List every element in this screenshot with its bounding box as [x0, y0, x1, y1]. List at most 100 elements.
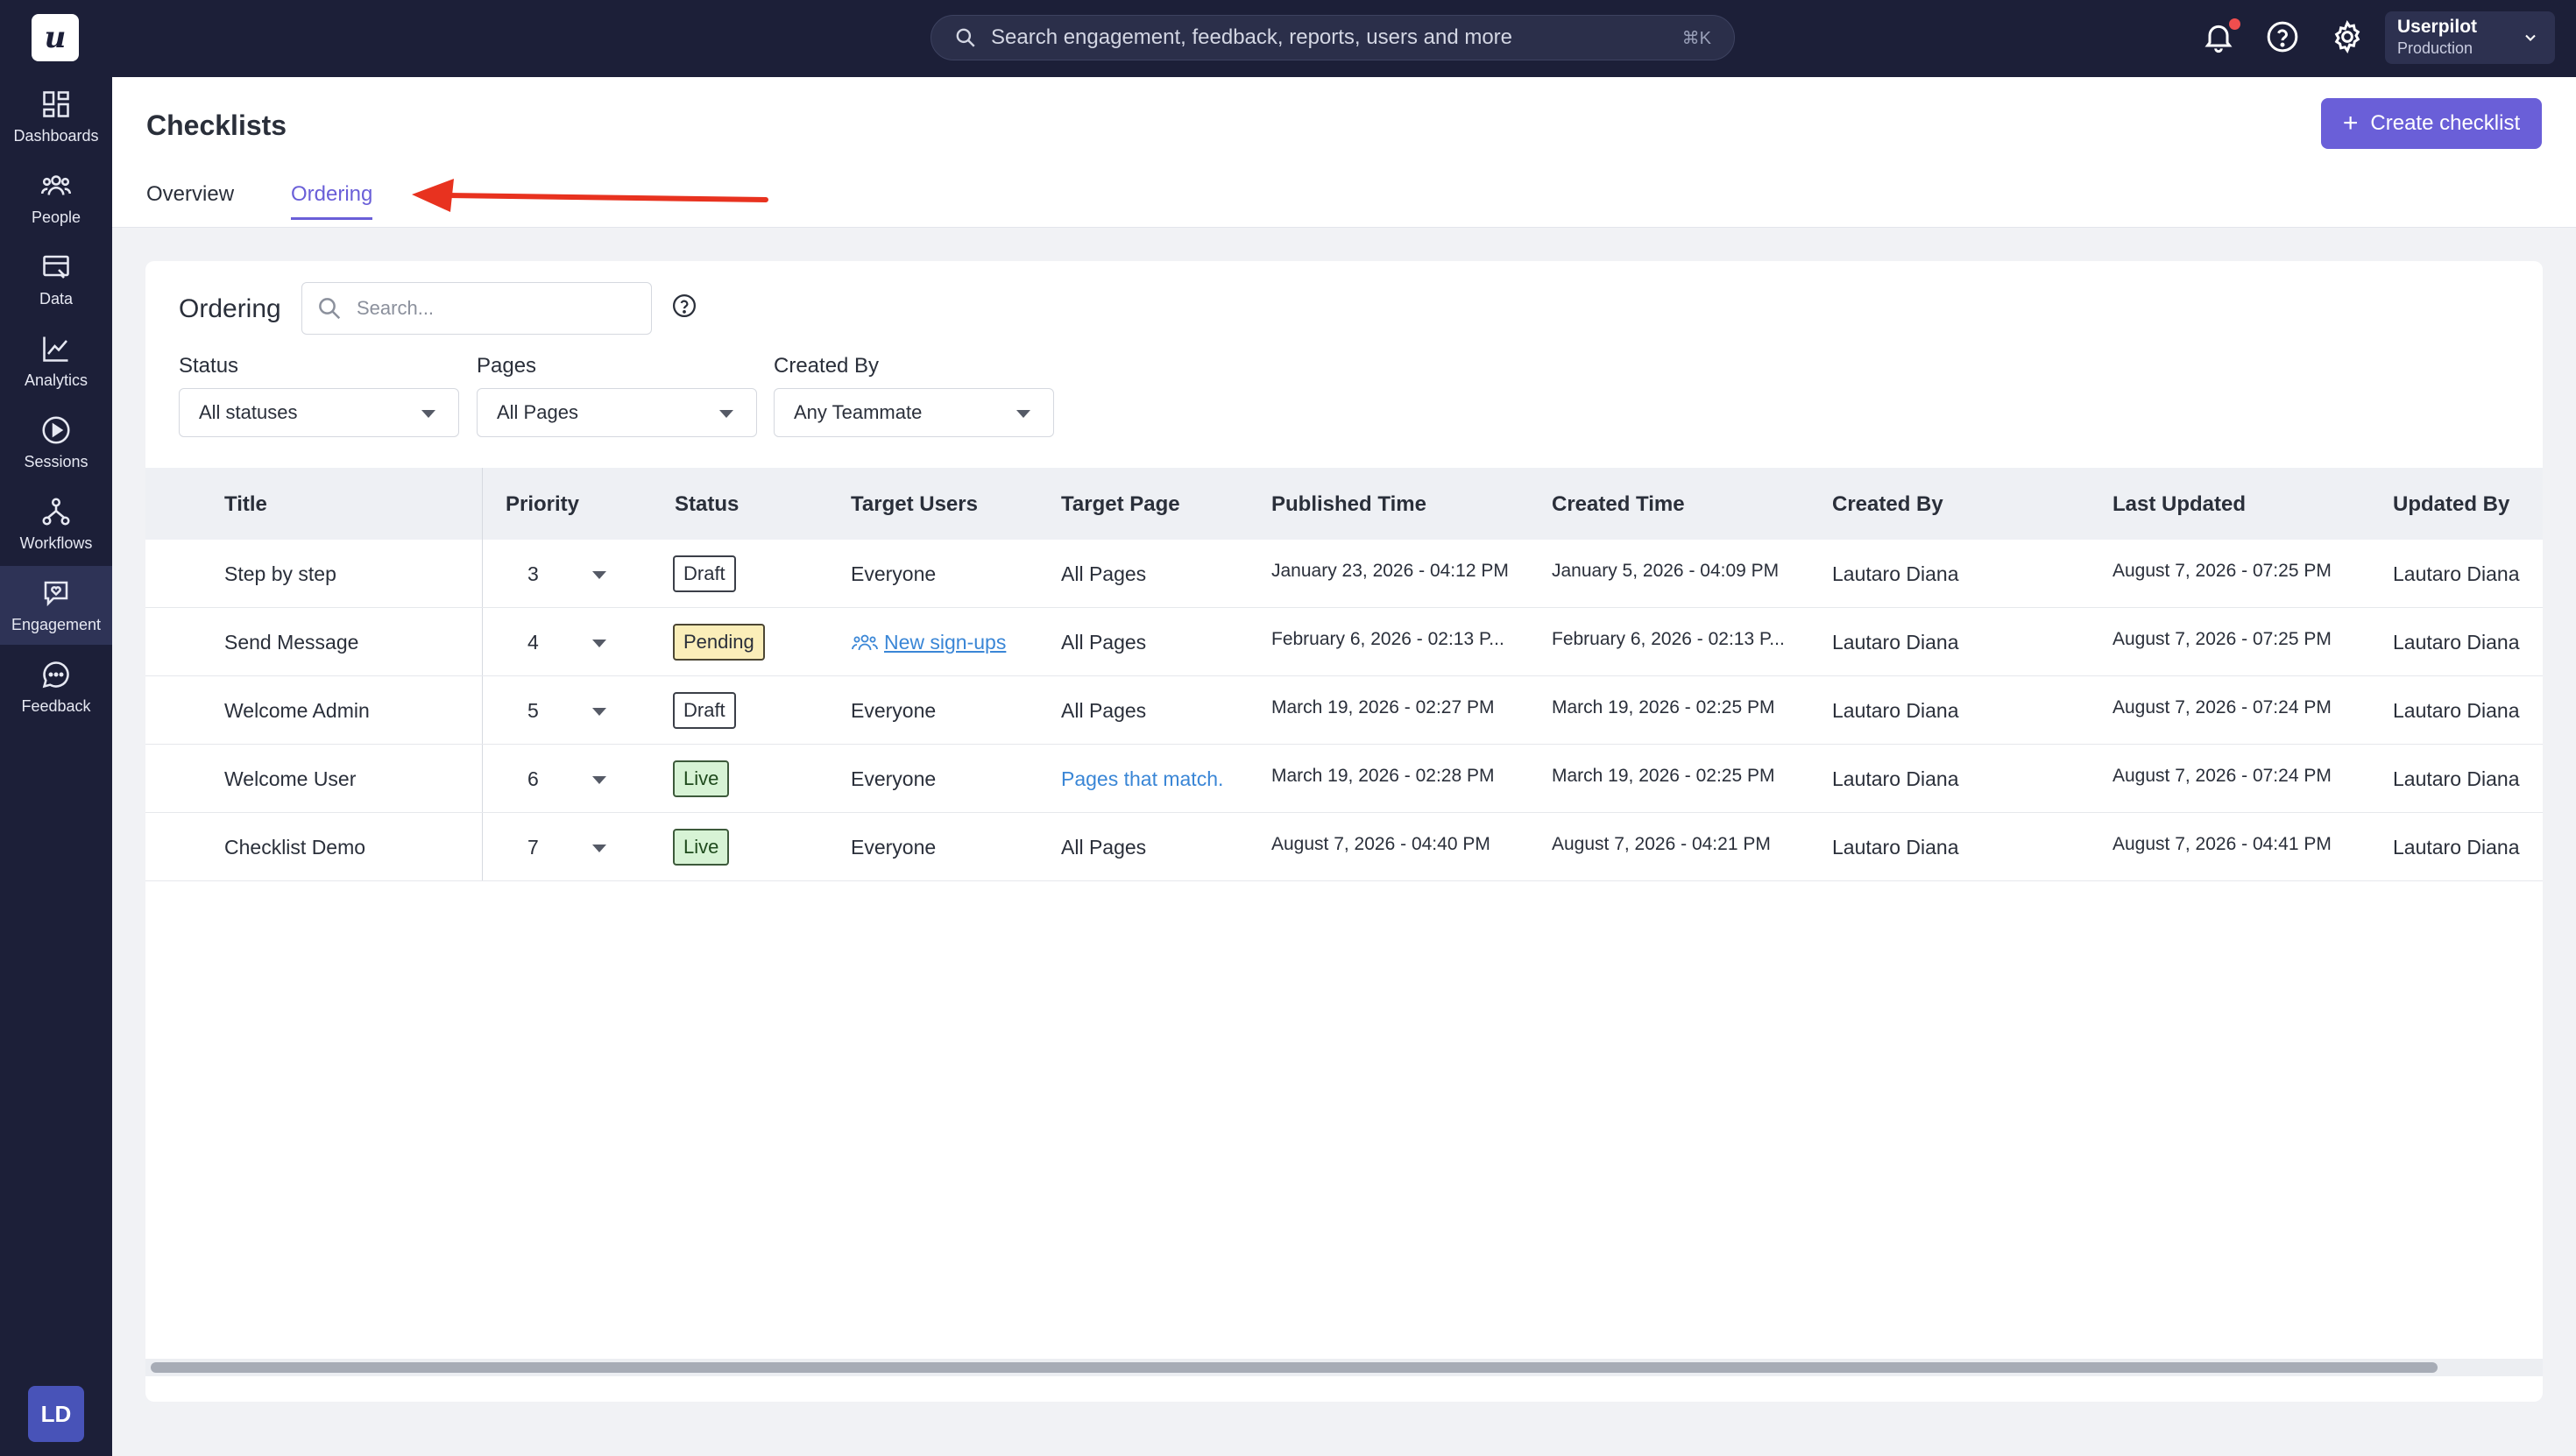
created-by-filter-select[interactable]: Any Teammate	[774, 388, 1054, 437]
row-published-time: March 19, 2026 - 02:28 PM	[1271, 766, 1495, 786]
column-header-priority[interactable]: Priority	[506, 492, 579, 517]
created-by-filter-label: Created By	[774, 354, 880, 378]
row-title[interactable]: Welcome User	[224, 767, 356, 791]
tab-overview[interactable]: Overview	[146, 182, 234, 207]
column-divider	[482, 676, 483, 744]
row-target-users: Everyone	[851, 699, 937, 722]
create-checklist-label: Create checklist	[2370, 111, 2521, 135]
row-created-time: February 6, 2026 - 02:13 P...	[1552, 629, 1785, 649]
users-group-icon	[852, 634, 878, 651]
target-page-link[interactable]: Pages that match.	[1061, 767, 1223, 791]
sidebar-item-people[interactable]: People	[0, 159, 112, 237]
row-target-users: Everyone	[851, 836, 937, 859]
scrollbar-thumb[interactable]	[151, 1362, 2438, 1373]
sidebar-item-workflows[interactable]: Workflows	[0, 484, 112, 563]
column-header-status[interactable]: Status	[675, 492, 739, 517]
help-icon[interactable]	[2265, 19, 2300, 54]
column-divider	[482, 608, 483, 675]
table-row[interactable]: Step by step 3 Draft Everyone All Pages …	[145, 540, 2543, 608]
column-header-target-users[interactable]: Target Users	[851, 492, 978, 517]
row-last-updated: August 7, 2026 - 07:25 PM	[2112, 561, 2332, 581]
priority-dropdown-caret-icon[interactable]	[592, 845, 606, 852]
search-placeholder: Search engagement, feedback, reports, us…	[991, 25, 1513, 49]
row-created-time: March 19, 2026 - 02:25 PM	[1552, 697, 1775, 717]
sidebar-item-analytics[interactable]: Analytics	[0, 322, 112, 400]
column-divider	[482, 813, 483, 880]
help-icon[interactable]	[671, 293, 697, 319]
dashboards-icon	[43, 90, 69, 117]
status-badge: Live	[673, 829, 730, 866]
global-search-input[interactable]: Search engagement, feedback, reports, us…	[931, 15, 1735, 60]
target-users-link[interactable]: New sign-ups	[884, 631, 1006, 654]
row-updated-by: Lautaro Diana	[2393, 631, 2520, 654]
status-badge: Live	[673, 760, 730, 797]
annotation-arrow-icon	[412, 179, 768, 212]
sessions-icon	[42, 415, 70, 444]
horizontal-scrollbar[interactable]	[145, 1359, 2543, 1376]
column-header-last-updated[interactable]: Last Updated	[2112, 492, 2246, 517]
column-header-target-page[interactable]: Target Page	[1061, 492, 1180, 517]
priority-dropdown-caret-icon[interactable]	[592, 571, 606, 579]
top-bar: u Search engagement, feedback, reports, …	[0, 0, 2576, 77]
row-updated-by: Lautaro Diana	[2393, 699, 2520, 722]
table-row[interactable]: Checklist Demo 7 Live Everyone All Pages…	[145, 813, 2543, 881]
row-target-page: All Pages	[1061, 562, 1147, 585]
checklist-search-input[interactable]: Search...	[301, 282, 652, 335]
row-updated-by: Lautaro Diana	[2393, 562, 2520, 585]
table-row[interactable]: Welcome Admin 5 Draft Everyone All Pages…	[145, 676, 2543, 745]
column-header-created-time[interactable]: Created Time	[1552, 492, 1685, 517]
notification-dot	[2229, 18, 2240, 30]
search-icon	[956, 28, 975, 47]
row-priority: 6	[527, 767, 539, 790]
table-row[interactable]: Send Message 4 Pending New sign-ups All …	[145, 608, 2543, 676]
row-last-updated: August 7, 2026 - 07:25 PM	[2112, 629, 2332, 649]
row-published-time: March 19, 2026 - 02:27 PM	[1271, 697, 1495, 717]
column-header-created-by[interactable]: Created By	[1832, 492, 1943, 517]
sidebar-item-sessions[interactable]: Sessions	[0, 403, 112, 482]
row-created-by: Lautaro Diana	[1832, 562, 1959, 585]
table-row[interactable]: Welcome User 6 Live Everyone Pages that …	[145, 745, 2543, 813]
ordering-panel: Ordering Search... Status All statuses P…	[145, 261, 2543, 1402]
sidebar-item-dashboards[interactable]: Dashboards	[0, 77, 112, 156]
row-title[interactable]: Checklist Demo	[224, 836, 365, 859]
search-icon	[319, 298, 341, 320]
account-switcher[interactable]: Userpilot Production	[2385, 11, 2555, 64]
priority-dropdown-caret-icon[interactable]	[592, 640, 606, 647]
row-title[interactable]: Welcome Admin	[224, 699, 370, 723]
row-target-page: All Pages	[1061, 836, 1147, 859]
column-header-updated-by[interactable]: Updated By	[2393, 492, 2509, 517]
data-icon	[43, 255, 69, 279]
column-header-title[interactable]: Title	[224, 492, 267, 517]
row-target-page: All Pages	[1061, 631, 1147, 654]
row-updated-by: Lautaro Diana	[2393, 767, 2520, 790]
column-header-published-time[interactable]: Published Time	[1271, 492, 1426, 517]
sidebar-item-engagement[interactable]: Engagement	[0, 566, 112, 645]
userpilot-logo[interactable]: u	[32, 14, 79, 61]
pages-filter-select[interactable]: All Pages	[477, 388, 757, 437]
priority-dropdown-caret-icon[interactable]	[592, 708, 606, 716]
user-avatar[interactable]: LD	[28, 1386, 84, 1442]
column-divider	[482, 745, 483, 812]
caret-down-icon	[719, 410, 733, 418]
feedback-icon	[42, 661, 69, 688]
row-created-by: Lautaro Diana	[1832, 767, 1959, 790]
row-priority: 4	[527, 631, 539, 654]
settings-gear-icon[interactable]	[2330, 19, 2365, 54]
priority-dropdown-caret-icon[interactable]	[592, 776, 606, 784]
sidebar-item-feedback[interactable]: Feedback	[0, 647, 112, 726]
status-filter-value: All statuses	[199, 401, 298, 423]
row-priority: 3	[527, 562, 539, 585]
sidebar-label: Dashboards	[13, 126, 99, 145]
status-filter-label: Status	[179, 354, 239, 378]
sidebar-item-data[interactable]: Data	[0, 240, 112, 319]
tab-ordering[interactable]: Ordering	[291, 182, 373, 220]
row-title[interactable]: Send Message	[224, 631, 358, 654]
row-priority: 7	[527, 836, 539, 859]
create-checklist-button[interactable]: + Create checklist	[2321, 98, 2542, 149]
row-target-users-segment[interactable]: New sign-ups	[851, 631, 1006, 654]
panel-title: Ordering	[179, 294, 281, 323]
row-title[interactable]: Step by step	[224, 562, 336, 586]
sidebar-label: Engagement	[11, 615, 102, 633]
row-created-time: August 7, 2026 - 04:21 PM	[1552, 834, 1771, 854]
status-filter-select[interactable]: All statuses	[179, 388, 459, 437]
